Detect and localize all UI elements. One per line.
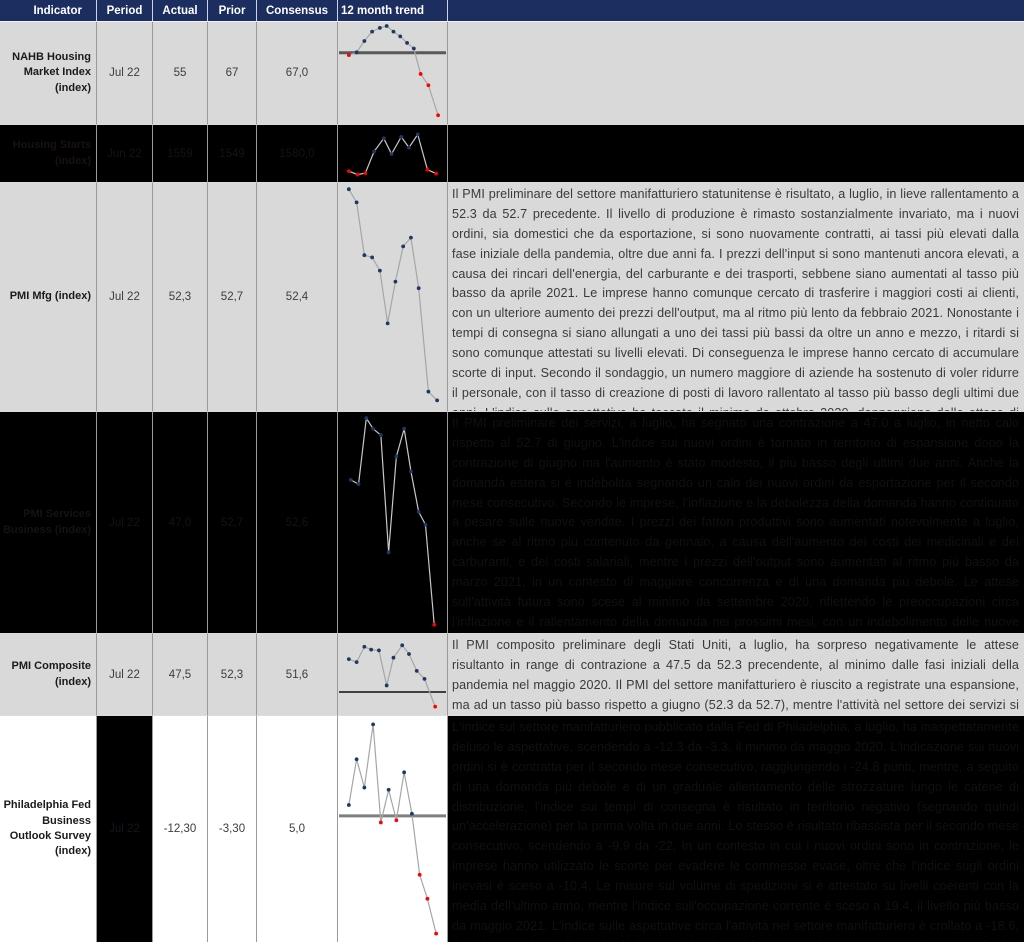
table-row: Philadelphia Fed Business Outlook Survey… — [0, 716, 1024, 942]
period-value: Jul 22 — [97, 22, 153, 125]
trend-sparkline-chart — [338, 22, 447, 124]
consensus-value: 5,0 — [257, 716, 338, 942]
table-header-row: Indicator Period Actual Prior Consensus … — [0, 0, 1024, 22]
indicator-report-table: Indicator Period Actual Prior Consensus … — [0, 0, 1024, 942]
trend-sparkline-chart — [338, 183, 447, 411]
trend-sparkline-cell — [338, 634, 448, 716]
trend-sparkline-cell — [338, 412, 448, 634]
prior-value: 52,3 — [208, 634, 257, 716]
comment-text: Il PMI preliminare del settore manifattu… — [448, 183, 1024, 412]
prior-value: 52,7 — [208, 183, 257, 412]
period-value: Jul 22 — [97, 412, 153, 634]
trend-sparkline-chart — [338, 716, 447, 942]
indicator-name: PMI Composite (index) — [0, 634, 97, 716]
consensus-value: 51,6 — [257, 634, 338, 716]
indicator-name: PMI Services Business (index) — [0, 412, 97, 634]
prior-value: 52,7 — [208, 412, 257, 634]
period-value: Jun 22 — [97, 125, 153, 183]
table-row-redacted: PMI Services Business (index) Jul 22 47,… — [0, 412, 1024, 634]
actual-value: 47,5 — [153, 634, 208, 716]
column-header-comment — [448, 0, 1024, 22]
period-value: Jul 22 — [97, 183, 153, 412]
actual-value: 47,0 — [153, 412, 208, 634]
trend-sparkline-chart — [338, 634, 447, 715]
actual-value: 1559 — [153, 125, 208, 183]
consensus-value: 1580,0 — [257, 125, 338, 183]
trend-sparkline-chart — [338, 412, 447, 633]
actual-value: 55 — [153, 22, 208, 125]
comment-text — [448, 125, 1024, 183]
column-header-actual: Actual — [153, 0, 208, 22]
table-row-redacted: Housing Starts (index) Jun 22 1559 1549 … — [0, 125, 1024, 183]
trend-sparkline-chart — [338, 125, 447, 182]
column-header-prior: Prior — [208, 0, 257, 22]
prior-value: 67 — [208, 22, 257, 125]
column-header-period: Period — [97, 0, 153, 22]
period-value: Jul 22 — [97, 716, 153, 942]
comment-text: Il PMI preliminare dei servizi, a luglio… — [448, 412, 1024, 634]
actual-value: -12,30 — [153, 716, 208, 942]
column-header-trend: 12 month trend — [338, 0, 448, 22]
prior-value: 1549 — [208, 125, 257, 183]
prior-value: -3,30 — [208, 716, 257, 942]
column-header-indicator: Indicator — [0, 0, 97, 22]
comment-text: Il PMI composito preliminare degli Stati… — [448, 634, 1024, 716]
table-row: PMI Mfg (index) Jul 22 52,3 52,7 52,4 Il… — [0, 183, 1024, 412]
column-header-consensus: Consensus — [257, 0, 338, 22]
table-row: NAHB Housing Market Index (index) Jul 22… — [0, 22, 1024, 125]
comment-text: L'indice sul settore manifatturiero pubb… — [448, 716, 1024, 942]
trend-sparkline-cell — [338, 716, 448, 942]
trend-sparkline-cell — [338, 22, 448, 125]
period-value: Jul 22 — [97, 634, 153, 716]
consensus-value: 67,0 — [257, 22, 338, 125]
trend-sparkline-cell — [338, 183, 448, 412]
comment-text — [448, 22, 1024, 125]
table-row: PMI Composite (index) Jul 22 47,5 52,3 5… — [0, 634, 1024, 716]
indicator-name: PMI Mfg (index) — [0, 183, 97, 412]
indicator-name: NAHB Housing Market Index (index) — [0, 22, 97, 125]
trend-sparkline-cell — [338, 125, 448, 183]
indicator-name: Philadelphia Fed Business Outlook Survey… — [0, 716, 97, 942]
consensus-value: 52,4 — [257, 183, 338, 412]
actual-value: 52,3 — [153, 183, 208, 412]
consensus-value: 52,6 — [257, 412, 338, 634]
indicator-name: Housing Starts (index) — [0, 125, 97, 183]
